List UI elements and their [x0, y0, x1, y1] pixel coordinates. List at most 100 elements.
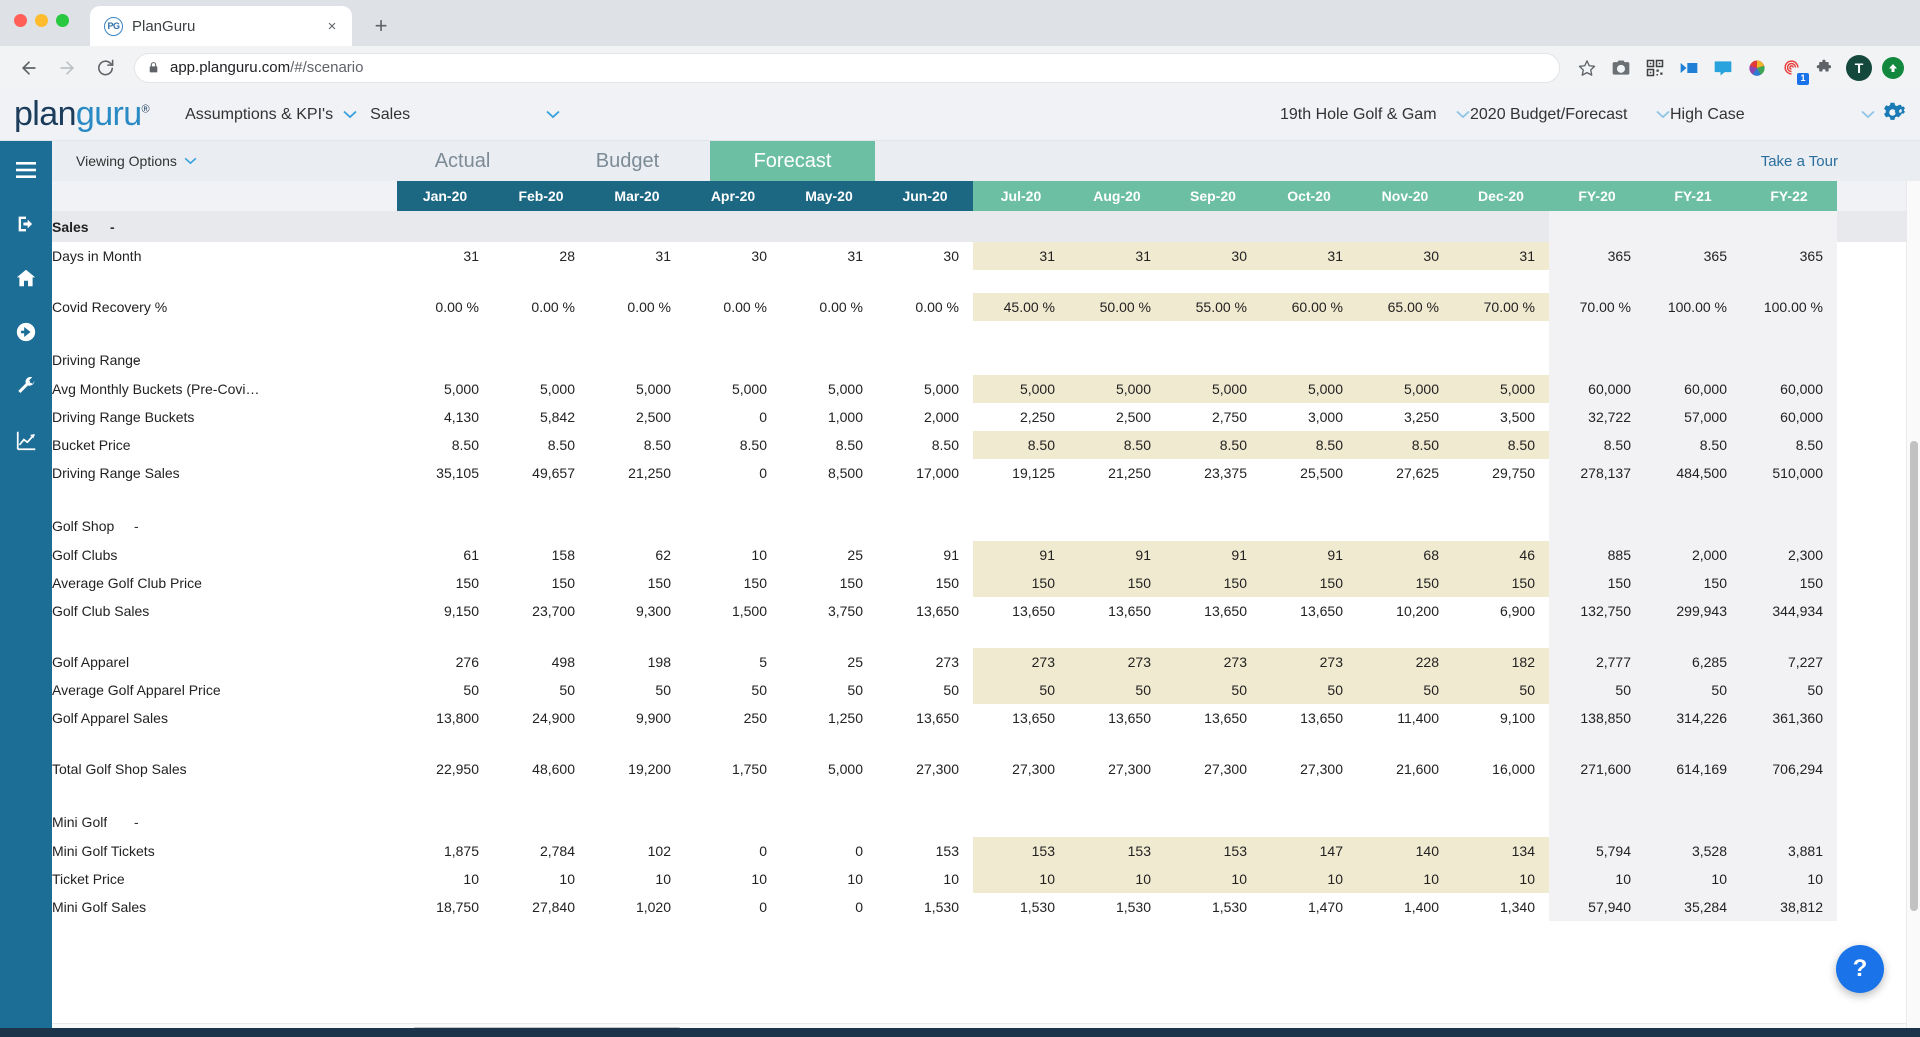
grid-cell[interactable]: 140	[1357, 837, 1453, 865]
grid-section-row[interactable]: - Sales	[52, 211, 1920, 242]
grid-cell[interactable]: 50	[1453, 676, 1549, 704]
grid-cell[interactable]: 8.50	[1165, 431, 1261, 459]
grid-cell[interactable]: 65.00 %	[1357, 293, 1453, 321]
grid-cell[interactable]: 153	[1069, 837, 1165, 865]
grid-cell[interactable]: 70.00 %	[1453, 293, 1549, 321]
help-button[interactable]: ?	[1836, 945, 1884, 993]
grid-cell[interactable]: 8.50	[973, 431, 1069, 459]
grid-column-header[interactable]: Jul-20	[973, 181, 1069, 211]
grid-column-header[interactable]: May-20	[781, 181, 877, 211]
grid-cell[interactable]: 31	[1261, 242, 1357, 270]
grid-cell[interactable]: 228	[1357, 648, 1453, 676]
grid-cell[interactable]: 150	[1069, 569, 1165, 597]
address-bar[interactable]: app.planguru.com/#/scenario	[134, 52, 1560, 83]
grid-column-header[interactable]: FY-20	[1549, 181, 1645, 211]
wrench-icon[interactable]	[9, 369, 43, 403]
table-row[interactable]: Avg Monthly Buckets (Pre-Covi… 5,000 5,000…	[52, 375, 1920, 403]
color-wheel-extension-icon[interactable]	[1742, 53, 1772, 83]
table-row[interactable]: Golf Apparel Sales 13,800 24,900 9,900 250 1,…	[52, 704, 1920, 732]
grid-cell[interactable]: 91	[1165, 541, 1261, 569]
table-row[interactable]: Mini Golf Tickets 1,875 2,784 102 0 0 153 153 15…	[52, 837, 1920, 865]
close-window-button[interactable]	[14, 14, 27, 27]
table-row[interactable]: Driving Range Sales 35,105 49,657 21,250 0 8,…	[52, 459, 1920, 487]
grid-cell[interactable]: 50	[973, 676, 1069, 704]
extensions-puzzle-icon[interactable]	[1810, 53, 1840, 83]
grid-cell[interactable]: 91	[973, 541, 1069, 569]
grid-cell[interactable]: 8.50	[1261, 431, 1357, 459]
table-row[interactable]: Average Golf Club Price 150 150 150 150 150 15…	[52, 569, 1920, 597]
reload-icon[interactable]	[88, 51, 122, 85]
grid-cell[interactable]: 147	[1261, 837, 1357, 865]
grid-cell[interactable]: 10	[1453, 865, 1549, 893]
tab-forecast[interactable]: Forecast	[710, 141, 875, 181]
grid-column-header[interactable]: Aug-20	[1069, 181, 1165, 211]
chart-line-icon[interactable]	[9, 423, 43, 457]
media-play-extension-icon[interactable]	[1674, 53, 1704, 83]
grid-column-header[interactable]: Jan-20	[397, 181, 493, 211]
grid-cell[interactable]: 50	[1165, 676, 1261, 704]
screenshot-camera-icon[interactable]	[1606, 53, 1636, 83]
nav-assumptions-kpis[interactable]: Assumptions & KPI's	[185, 89, 370, 141]
grid-cell[interactable]: 153	[1165, 837, 1261, 865]
grid-cell[interactable]: 8.50	[1453, 431, 1549, 459]
grid-cell[interactable]: 150	[1261, 569, 1357, 597]
grid-column-header[interactable]: Jun-20	[877, 181, 973, 211]
table-row[interactable]: Average Golf Apparel Price 50 50 50 50 50 50 50…	[52, 676, 1920, 704]
minimize-window-button[interactable]	[35, 14, 48, 27]
grid-column-header[interactable]: FY-21	[1645, 181, 1741, 211]
chat-bubble-extension-icon[interactable]	[1708, 53, 1738, 83]
grid-cell[interactable]: 150	[973, 569, 1069, 597]
grid-cell[interactable]: 50	[1261, 676, 1357, 704]
grid-cell[interactable]: 273	[1165, 648, 1261, 676]
grid-cell[interactable]: 153	[973, 837, 1069, 865]
grid-column-header[interactable]: Nov-20	[1357, 181, 1453, 211]
grid-cell[interactable]: 91	[1069, 541, 1165, 569]
grid-cell[interactable]: 8.50	[1357, 431, 1453, 459]
new-tab-button[interactable]: +	[364, 9, 398, 43]
grid-cell[interactable]: 30	[1165, 242, 1261, 270]
table-row[interactable]: Days in Month 31 28 31 30 31 30 31 31 30 31 30 31 365…	[52, 242, 1920, 270]
grid-column-header[interactable]: Apr-20	[685, 181, 781, 211]
grid-cell[interactable]: 30	[1357, 242, 1453, 270]
grid-cell[interactable]: 5,000	[1165, 375, 1261, 403]
grid-cell[interactable]: 5,000	[1357, 375, 1453, 403]
company-selector[interactable]: 19th Hole Golf & Gam	[1280, 89, 1470, 141]
close-tab-icon[interactable]: ×	[322, 16, 342, 36]
tab-actual[interactable]: Actual	[380, 141, 545, 181]
grid-cell[interactable]: 150	[1453, 569, 1549, 597]
grid-cell[interactable]: 10	[1261, 865, 1357, 893]
table-row[interactable]: Bucket Price 8.50 8.50 8.50 8.50 8.50 8.50 8.50…	[52, 431, 1920, 459]
grid-cell[interactable]: 150	[1357, 569, 1453, 597]
grid-cell[interactable]: 50	[1357, 676, 1453, 704]
grid-column-header[interactable]: Sep-20	[1165, 181, 1261, 211]
vertical-scrollbar-thumb[interactable]	[1910, 441, 1918, 911]
grid-cell[interactable]: 5,000	[973, 375, 1069, 403]
table-row[interactable]: Ticket Price 10 10 10 10 10 10 10 10 10 10 10 10 10 10…	[52, 865, 1920, 893]
grid-cell[interactable]: 68	[1357, 541, 1453, 569]
scenario-case-selector[interactable]: High Case	[1670, 89, 1875, 141]
table-row[interactable]: Total Golf Shop Sales 22,950 48,600 19,200 1…	[52, 755, 1920, 783]
table-row[interactable]: Covid Recovery % 0.00 % 0.00 % 0.00 % 0.00 %…	[52, 293, 1920, 321]
pinterest-save-extension-icon[interactable]: 1	[1776, 53, 1809, 85]
grid-cell[interactable]: 150	[1165, 569, 1261, 597]
qr-code-icon[interactable]	[1640, 53, 1670, 83]
hamburger-menu-icon[interactable]	[9, 153, 43, 187]
tab-budget[interactable]: Budget	[545, 141, 710, 181]
table-row[interactable]: Driving Range Buckets 4,130 5,842 2,500 0 1,0…	[52, 403, 1920, 431]
table-row[interactable]: Mini Golf Sales 18,750 27,840 1,020 0 0 1,530 1…	[52, 893, 1920, 921]
grid-cell[interactable]: 31	[973, 242, 1069, 270]
gear-icon[interactable]	[1879, 101, 1906, 128]
grid-cell[interactable]: 273	[973, 648, 1069, 676]
grid-column-header[interactable]: Dec-20	[1453, 181, 1549, 211]
grid-cell[interactable]: 45.00 %	[973, 293, 1069, 321]
collapse-toggle-icon[interactable]: -	[134, 814, 139, 830]
grid-cell[interactable]: 5,000	[1261, 375, 1357, 403]
grid-section-row[interactable]: - Driving Range	[52, 344, 1920, 375]
grid-column-header[interactable]: Mar-20	[589, 181, 685, 211]
grid-cell[interactable]: 46	[1453, 541, 1549, 569]
collapse-toggle-icon[interactable]: -	[134, 518, 139, 534]
home-icon[interactable]	[9, 261, 43, 295]
arrow-circle-right-icon[interactable]	[9, 315, 43, 349]
grid-column-header[interactable]: Feb-20	[493, 181, 589, 211]
forward-arrow-icon[interactable]	[50, 51, 84, 85]
